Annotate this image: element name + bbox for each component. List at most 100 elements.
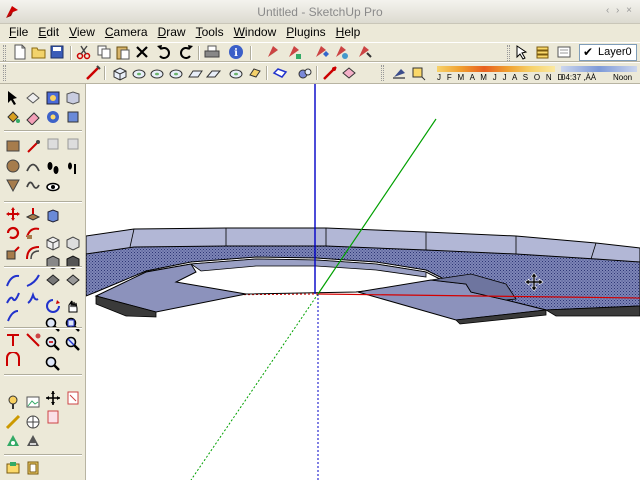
zoom-extents-icon[interactable]: [65, 336, 81, 352]
modeling-viewport[interactable]: [86, 84, 640, 480]
section-tool-icon[interactable]: [25, 332, 41, 348]
paste-icon[interactable]: [115, 44, 131, 60]
position-camera-icon[interactable]: [65, 160, 81, 176]
send-to-layout-icon[interactable]: [25, 433, 41, 449]
top-view-icon[interactable]: [131, 65, 147, 81]
push-pull-tool-icon[interactable]: [25, 206, 41, 222]
xray-style-icon[interactable]: [228, 65, 244, 81]
toolbar-grip[interactable]: [3, 65, 6, 81]
right-view-icon[interactable]: [168, 65, 184, 81]
window-controls[interactable]: ‹ › ×: [606, 5, 634, 16]
redo-icon[interactable]: [178, 44, 194, 60]
shadow-month-slider[interactable]: J F M A M J J A S O N D: [437, 64, 563, 84]
time-slider-track[interactable]: [561, 66, 637, 72]
textured-style-icon[interactable]: [322, 65, 338, 81]
rotate-tool-icon[interactable]: [5, 225, 21, 241]
google-earth-icon[interactable]: [5, 433, 21, 449]
move-tool-icon[interactable]: [5, 206, 21, 222]
left-view-icon[interactable]: [206, 65, 222, 81]
shaded-style-icon[interactable]: [297, 65, 313, 81]
next-view-icon[interactable]: [45, 356, 61, 372]
outliner-icon[interactable]: [45, 136, 61, 152]
copy-icon[interactable]: [96, 44, 112, 60]
arc-tool-icon[interactable]: [25, 158, 41, 174]
walk-tool-icon[interactable]: [45, 390, 61, 406]
add-location-small-icon[interactable]: [5, 414, 21, 430]
axes-tool-icon[interactable]: [5, 308, 21, 324]
share-component-icon[interactable]: [313, 44, 329, 60]
layers-manager-icon[interactable]: [535, 44, 551, 60]
zoom-tool-icon[interactable]: [45, 317, 61, 333]
components-browser-icon[interactable]: [45, 90, 61, 106]
zoom-window-icon[interactable]: [65, 317, 81, 333]
new-file-icon[interactable]: [12, 44, 28, 60]
select-tool-icon[interactable]: [5, 90, 21, 106]
sandbox-from-contours-icon[interactable]: [45, 235, 61, 251]
open-folder-icon[interactable]: [31, 44, 47, 60]
layer-dropdown[interactable]: ✔ Layer0: [579, 44, 637, 61]
toolbar-grip[interactable]: [3, 45, 6, 61]
previous-view-icon[interactable]: [45, 336, 61, 352]
materials-window-icon[interactable]: [65, 90, 81, 106]
menu-camera[interactable]: Camera: [100, 24, 153, 41]
photo-match-icon[interactable]: [45, 409, 61, 425]
share-model-icon[interactable]: [286, 44, 302, 60]
styles-window-icon[interactable]: [65, 109, 81, 125]
pan-tool-icon[interactable]: [65, 298, 81, 314]
menu-draw[interactable]: Draw: [153, 24, 191, 41]
cut-icon[interactable]: [76, 44, 92, 60]
footprints-icon[interactable]: [45, 160, 61, 176]
back-view-icon[interactable]: [187, 65, 203, 81]
menu-file[interactable]: File: [4, 24, 33, 41]
polygon-tool-icon[interactable]: [5, 177, 21, 193]
wireframe-style-icon[interactable]: [247, 65, 263, 81]
menu-edit[interactable]: Edit: [33, 24, 64, 41]
text-tool-icon[interactable]: [25, 291, 41, 307]
shadow-settings-icon[interactable]: [391, 65, 407, 81]
month-slider-track[interactable]: [437, 66, 555, 72]
rectangle-tool-icon[interactable]: [5, 138, 21, 154]
add-location-icon[interactable]: [356, 44, 372, 60]
undo-icon[interactable]: [156, 44, 172, 60]
shadow-time-slider[interactable]: 04:37 ,ÀÀ Noon: [561, 64, 639, 84]
component-options-icon[interactable]: [25, 460, 41, 476]
save-icon[interactable]: [49, 44, 65, 60]
sandbox-from-scratch-icon[interactable]: [65, 235, 81, 251]
dimension-tool-icon[interactable]: [25, 273, 41, 289]
offset-tool-icon[interactable]: [25, 245, 41, 261]
menu-plugins[interactable]: Plugins: [281, 24, 330, 41]
add-detail-icon[interactable]: [65, 272, 81, 288]
circle-tool-icon[interactable]: [5, 158, 21, 174]
hidden-line-style-icon[interactable]: [272, 65, 288, 81]
drape-icon[interactable]: [45, 272, 61, 288]
iso-view-icon[interactable]: [112, 65, 128, 81]
scale-tool-icon[interactable]: [5, 245, 21, 261]
menu-help[interactable]: Help: [331, 24, 366, 41]
get-models-icon[interactable]: [265, 44, 281, 60]
orbit-tool-icon[interactable]: [45, 298, 61, 314]
toggle-shadows-icon[interactable]: [410, 65, 426, 81]
dynamic-components-icon[interactable]: [5, 460, 21, 476]
get-photo-texture-icon[interactable]: [25, 414, 41, 430]
look-around-icon[interactable]: [45, 179, 61, 195]
scenes-icon[interactable]: [65, 136, 81, 152]
3d-text-tool-icon[interactable]: [5, 332, 21, 348]
protractor-tool-icon[interactable]: [5, 291, 21, 307]
paint-bucket-icon[interactable]: [5, 109, 21, 125]
follow-me-tool-icon[interactable]: [25, 225, 41, 241]
front-view-icon[interactable]: [149, 65, 165, 81]
toolbar-grip[interactable]: [381, 65, 384, 81]
3d-warehouse-icon[interactable]: [45, 109, 61, 125]
model-info-icon[interactable]: i: [228, 44, 244, 60]
toolbar-grip[interactable]: [507, 45, 510, 61]
menu-tools[interactable]: Tools: [191, 24, 229, 41]
interact-icon[interactable]: [45, 208, 61, 224]
tape-measure-tool-icon[interactable]: [5, 273, 21, 289]
position-texture-icon[interactable]: [65, 390, 81, 406]
preview-in-earth-icon[interactable]: [333, 44, 349, 60]
make-component-icon[interactable]: [25, 90, 41, 106]
monochrome-style-icon[interactable]: [341, 65, 357, 81]
sandbox-flip-edge-icon[interactable]: [5, 352, 21, 368]
eraser-icon[interactable]: [25, 109, 41, 125]
section-plane-icon[interactable]: [85, 65, 101, 81]
